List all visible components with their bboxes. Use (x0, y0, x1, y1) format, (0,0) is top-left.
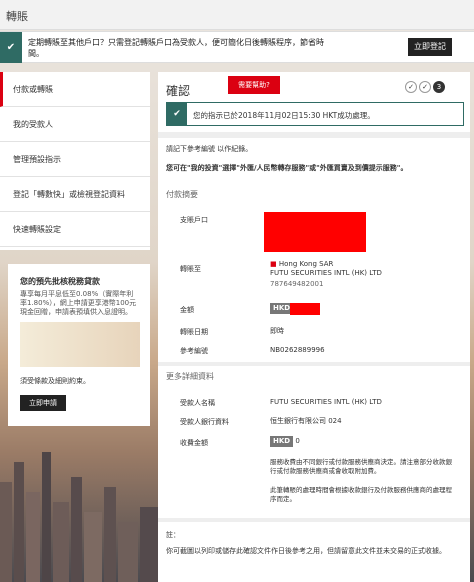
success-message: ✔ 您的指示已於2018年11月02日15:30 HKT成功處理。 (166, 102, 464, 126)
ref-note: 請記下參考編號 以作紀錄。 (166, 145, 253, 153)
to-label: 轉賬至 (180, 265, 201, 273)
fee-note-1: 服務收費由不同銀行或付款服務供應商決定。請注意部分收款銀行或付款服務供應商或會收… (270, 458, 452, 475)
redacted-amount (290, 303, 320, 315)
to-country: Hong Kong SAR (278, 260, 334, 268)
check-icon: ✔ (0, 32, 22, 63)
sidebar-item-quick[interactable]: 快速轉賬設定 (0, 212, 150, 247)
to-account: 787649482001 (270, 280, 324, 288)
step-done-icon: ✓ (419, 81, 431, 93)
help-button[interactable]: 需要幫助? (228, 76, 280, 94)
ref-value: NB0262889996 (270, 346, 325, 354)
to-details: ■ Hong Kong SAR FUTU SECURITIES INTL (HK… (270, 260, 382, 289)
apply-now-button[interactable]: 立即申請 (20, 395, 66, 411)
bank-label: 受款人銀行資料 (180, 418, 229, 426)
page-title: 轉賬 (6, 10, 28, 23)
watermark: 中界海外 (392, 561, 424, 570)
footer-note: 註： 你可截圖以列印或儲存此確認文件作日後參考之用，但請留意此文件並未交易的正式… (166, 530, 462, 556)
fee-value: HKD 0 (270, 436, 300, 447)
fee-label: 收費金額 (180, 439, 208, 447)
divider (158, 132, 470, 138)
more-details-title: 更多詳細資料 (166, 372, 214, 381)
redacted-account (264, 212, 366, 252)
flag-icon: ■ (270, 260, 277, 268)
divider (158, 518, 470, 522)
step-done-icon: ✓ (405, 81, 417, 93)
top-bar: 轉賬 (0, 0, 474, 30)
service-note: 您可在"我的投資"選擇"外匯/人民幣轉存服務"或"外匯買賣及到價提示服務"。 (166, 164, 408, 172)
loan-promo: 您的預先批核稅務貸款 專享每月平息低至0.08%（實際年利率1.80%），網上申… (8, 264, 150, 426)
date-label: 轉賬日期 (180, 328, 208, 336)
sidebar-item-payment[interactable]: 付款或轉賬 (0, 72, 150, 107)
ref-label: 參考編號 (180, 347, 208, 355)
promo-text: 專享每月平息低至0.08%（實際年利率1.80%），網上申請更享港幣100元現金… (20, 290, 137, 316)
promo-title: 您的預先批核稅務貸款 (20, 277, 100, 286)
amount-label: 金額 (180, 306, 194, 314)
currency-badge: HKD (270, 436, 294, 447)
sidebar-item-standing[interactable]: 管理預設指示 (0, 142, 150, 177)
terms-link[interactable]: 須受條款及細則約束。 (20, 376, 90, 386)
register-banner: ✔ 定期轉賬至其他戶口？只需登記轉賬戶口為受款人，便可簡化日後轉賬程序，節省時間… (0, 31, 474, 63)
from-label: 支賬戶口 (180, 216, 208, 224)
confirmation-panel: 確認 需要幫助? ✓ ✓ 3 ✔ 您的指示已於2018年11月02日15:30 HK… (158, 72, 470, 582)
family-image (20, 322, 140, 367)
check-icon: ✔ (167, 103, 187, 125)
register-now-button[interactable]: 立即登記 (408, 38, 452, 56)
date-value: 即時 (270, 327, 284, 335)
sidebar: 付款或轉賬 我的受款人 管理預設指示 登記「轉數快」或檢視登記資料 快速轉賬設定 (0, 72, 150, 250)
success-text: 您的指示已於2018年11月02日15:30 HKT成功處理。 (193, 111, 375, 120)
city-skyline-image (0, 452, 160, 582)
sidebar-item-fps[interactable]: 登記「轉數快」或檢視登記資料 (0, 177, 150, 212)
payee-value: FUTU SECURITIES INTL (HK) LTD (270, 398, 382, 406)
footer-label: 註： (166, 531, 180, 539)
step-indicator: ✓ ✓ 3 (403, 81, 445, 93)
to-name: FUTU SECURITIES INTL (HK) LTD (270, 269, 382, 277)
payee-label: 受款人名稱 (180, 399, 215, 407)
bank-value: 恒生銀行有限公司 024 (270, 417, 342, 425)
fee-amount: 0 (295, 437, 300, 445)
summary-title: 付款摘要 (166, 190, 198, 199)
footer-text: 你可截圖以列印或儲存此確認文件作日後參考之用，但請留意此文件並未交易的正式收據。 (166, 547, 446, 555)
sidebar-item-payees[interactable]: 我的受款人 (0, 107, 150, 142)
divider (158, 362, 470, 366)
step-current: 3 (433, 81, 445, 93)
confirm-heading: 確認 (166, 84, 191, 98)
fee-note-2: 此筆轉賬的處理時間會根據收款銀行及付款服務供應商的處理程序而定。 (270, 486, 452, 503)
banner-text: 定期轉賬至其他戶口？只需登記轉賬戶口為受款人，便可簡化日後轉賬程序，節省時間。 (28, 38, 324, 58)
